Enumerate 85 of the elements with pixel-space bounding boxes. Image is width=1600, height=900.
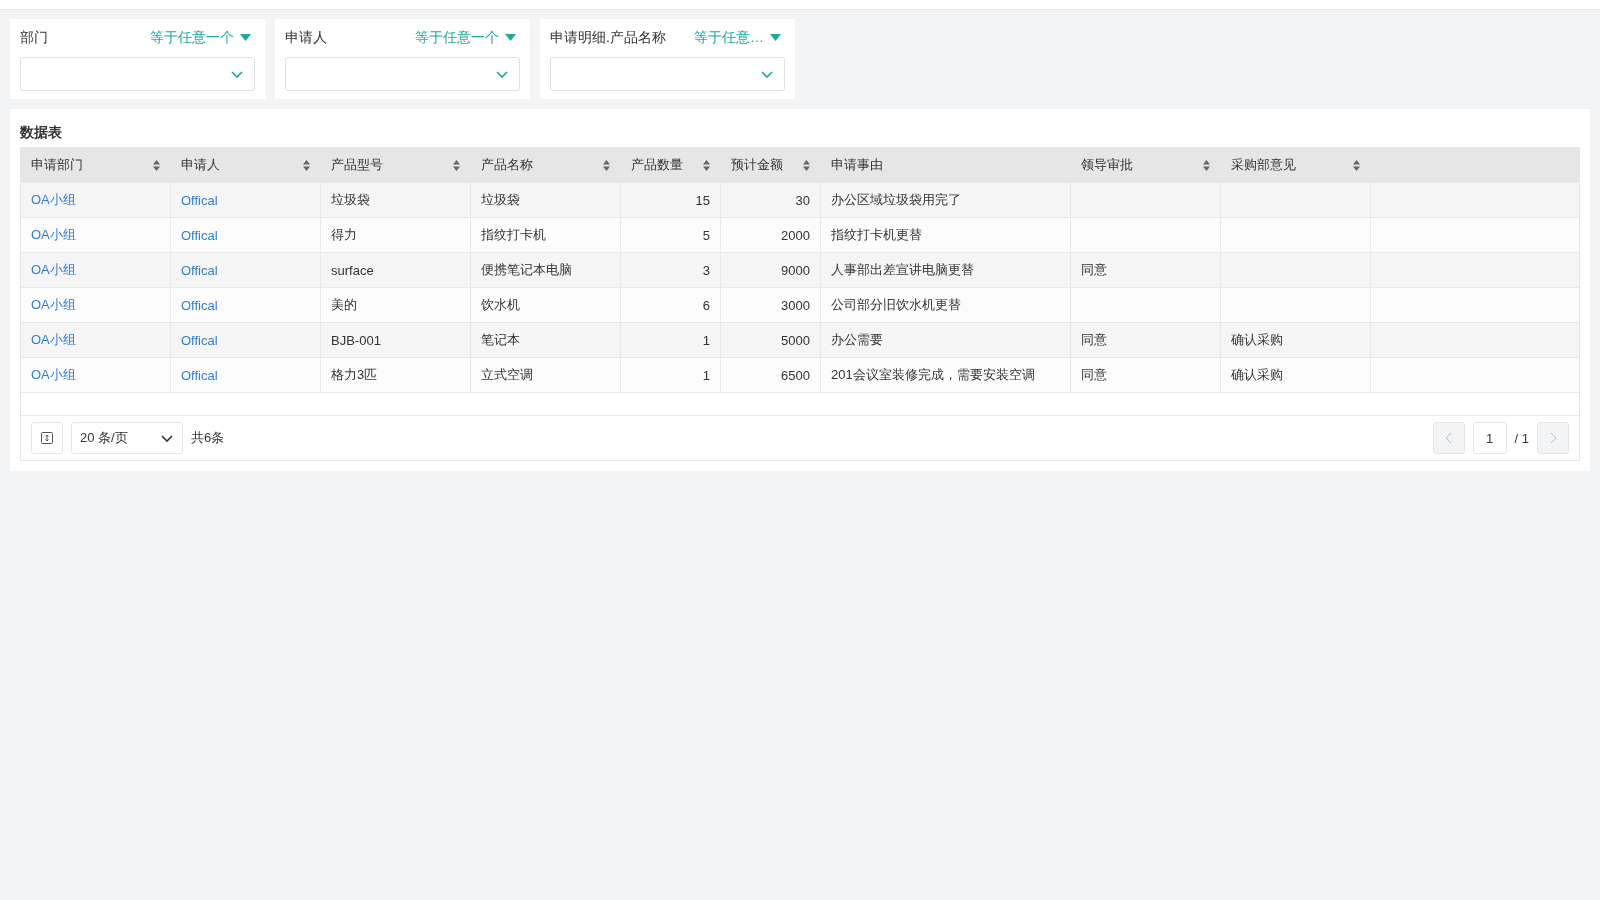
table-cell: 9000 xyxy=(721,253,821,287)
caret-down-icon xyxy=(240,34,251,42)
table-cell: 6500 xyxy=(721,358,821,392)
sort-icon[interactable] xyxy=(1353,159,1360,171)
table-cell: 人事部出差宣讲电脑更替 xyxy=(821,253,1071,287)
total-count: 共6条 xyxy=(191,429,225,447)
table-cell: 指纹打卡机更替 xyxy=(821,218,1071,252)
table-cell: 3000 xyxy=(721,288,821,322)
caret-down-icon xyxy=(505,34,516,42)
select-field[interactable] xyxy=(20,57,255,91)
operator-dropdown[interactable]: 等于任意… xyxy=(694,29,785,47)
panel-title: 数据表 xyxy=(20,123,63,142)
sort-icon[interactable] xyxy=(453,159,460,171)
column-header[interactable]: 产品数量 xyxy=(621,148,721,182)
table-cell: 公司部分旧饮水机更替 xyxy=(821,288,1071,322)
column-header[interactable]: 预计金额 xyxy=(721,148,821,182)
column-header[interactable]: 申请部门 xyxy=(21,148,171,182)
table-link[interactable]: OA小组 xyxy=(21,218,171,252)
table-cell: 同意 xyxy=(1071,253,1221,287)
page-input[interactable]: 1 xyxy=(1472,422,1507,454)
filter-label: 部门 xyxy=(20,29,48,47)
table-link[interactable]: Offical xyxy=(171,183,321,217)
sort-icon[interactable] xyxy=(303,159,310,171)
table-cell: 同意 xyxy=(1071,358,1221,392)
column-header[interactable]: 申请事由 xyxy=(821,148,1071,182)
sort-icon[interactable] xyxy=(803,159,810,171)
table-cell: 指纹打卡机 xyxy=(471,218,621,252)
column-header[interactable]: 领导审批 xyxy=(1071,148,1221,182)
sort-icon[interactable] xyxy=(1203,159,1210,171)
table-link[interactable]: OA小组 xyxy=(21,358,171,392)
table-cell: 3 xyxy=(621,253,721,287)
filter-label: 申请明细.产品名称 xyxy=(550,29,666,47)
table-cell: 15 xyxy=(621,183,721,217)
table-cell: 1 xyxy=(621,358,721,392)
table-cell: 确认采购 xyxy=(1221,323,1371,357)
table-cell: 6 xyxy=(621,288,721,322)
column-header[interactable]: 采购部意见 xyxy=(1221,148,1371,182)
table-cell: 垃圾袋 xyxy=(471,183,621,217)
table-link[interactable]: OA小组 xyxy=(21,288,171,322)
table-cell: 5 xyxy=(621,218,721,252)
table-cell: 办公区域垃圾袋用完了 xyxy=(821,183,1071,217)
table-cell: surface xyxy=(321,253,471,287)
table-cell: 办公需要 xyxy=(821,323,1071,357)
table-cell: 得力 xyxy=(321,218,471,252)
column-header[interactable]: 申请人 xyxy=(171,148,321,182)
column-header[interactable]: 产品名称 xyxy=(471,148,621,182)
page-size-select[interactable]: 20 条/页 xyxy=(71,422,183,454)
table-cell: 201会议室装修完成，需要安装空调 xyxy=(821,358,1071,392)
table-cell: 饮水机 xyxy=(471,288,621,322)
table-cell: BJB-001 xyxy=(321,323,471,357)
table-link[interactable]: Offical xyxy=(171,358,321,392)
table-link[interactable]: OA小组 xyxy=(21,253,171,287)
table-cell: 垃圾袋 xyxy=(321,183,471,217)
table-cell: 立式空调 xyxy=(471,358,621,392)
table-cell: 格力3匹 xyxy=(321,358,471,392)
sort-icon[interactable] xyxy=(153,159,160,171)
operator-dropdown[interactable]: 等于任意一个 xyxy=(150,29,255,47)
table-cell: 笔记本 xyxy=(471,323,621,357)
table-cell: 美的 xyxy=(321,288,471,322)
expand-icon xyxy=(41,432,53,444)
table-link[interactable]: Offical xyxy=(171,218,321,252)
table-cell: 1 xyxy=(621,323,721,357)
table-cell: 同意 xyxy=(1071,323,1221,357)
table-cell: 便携笔记本电脑 xyxy=(471,253,621,287)
chevron-left-icon xyxy=(1444,432,1453,444)
page-count: / 1 xyxy=(1514,430,1529,446)
sort-icon[interactable] xyxy=(603,159,610,171)
table-cell: 5000 xyxy=(721,323,821,357)
chevron-right-icon xyxy=(1549,432,1557,444)
table-cell: 确认采购 xyxy=(1221,358,1371,392)
table-link[interactable]: Offical xyxy=(171,323,321,357)
select-field[interactable] xyxy=(550,57,785,91)
operator-dropdown[interactable]: 等于任意一个 xyxy=(415,29,520,47)
table-cell: 2000 xyxy=(721,218,821,252)
filter-label: 申请人 xyxy=(285,29,327,47)
table-link[interactable]: OA小组 xyxy=(21,183,171,217)
select-field[interactable] xyxy=(285,57,520,91)
caret-down-icon xyxy=(770,34,781,42)
table-cell: 30 xyxy=(721,183,821,217)
column-header[interactable]: 产品型号 xyxy=(321,148,471,182)
table-link[interactable]: Offical xyxy=(171,253,321,287)
column-toggle-button[interactable] xyxy=(31,422,63,454)
sort-icon[interactable] xyxy=(703,159,710,171)
table-link[interactable]: OA小组 xyxy=(21,323,171,357)
table-link[interactable]: Offical xyxy=(171,288,321,322)
